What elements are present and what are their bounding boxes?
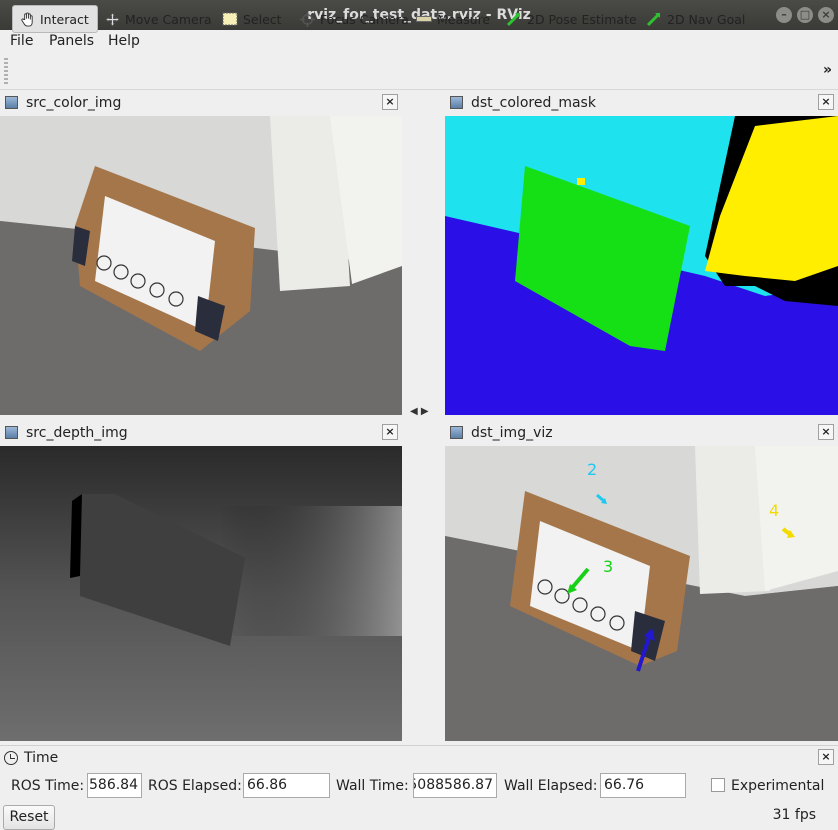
dst-colored-mask-view[interactable] [445, 116, 838, 415]
dst-img-viz-panel: dst_img_viz × 2 3 4 [445, 421, 838, 741]
image-icon [5, 96, 18, 109]
fps-readout: 31 fps [772, 807, 816, 823]
ros-elapsed-label: ROS Elapsed: [148, 778, 242, 794]
panel-title: src_color_img [26, 95, 122, 111]
pose-estimate-tool-button[interactable]: 2D Pose Estimate [500, 5, 643, 33]
ros-time-label: ROS Time: [11, 778, 85, 794]
pose-estimate-label: 2D Pose Estimate [527, 11, 637, 27]
time-panel-title: Time [24, 750, 59, 766]
crosshair-icon [299, 11, 315, 27]
select-tool-button[interactable]: Select [216, 5, 288, 33]
marker-4-label: 4 [769, 501, 780, 520]
time-panel-header: Time [4, 750, 58, 766]
move-arrows-icon [104, 11, 120, 27]
select-label: Select [243, 11, 282, 27]
menu-panels[interactable]: Panels [49, 33, 94, 49]
image-icon [5, 426, 18, 439]
move-camera-label: Move Camera [125, 11, 212, 27]
tool-bar [0, 52, 838, 90]
dst-img-viz-view[interactable]: 2 3 4 [445, 446, 838, 741]
interact-tool-button[interactable]: Interact [12, 5, 98, 33]
wall-elapsed-field[interactable]: 66.76 [600, 773, 686, 798]
close-icon[interactable]: × [818, 749, 834, 765]
minimize-icon[interactable]: – [776, 7, 792, 23]
ros-time-field[interactable]: 3586.84 [87, 773, 142, 798]
focus-camera-tool-button[interactable]: Focus Camera [293, 5, 415, 33]
panel-title: src_depth_img [26, 425, 128, 441]
menu-bar: File Panels Help [0, 30, 838, 52]
experimental-label: Experimental [731, 778, 825, 794]
clock-icon [4, 751, 18, 765]
maximize-icon[interactable]: □ [797, 7, 813, 23]
src-color-img-panel: src_color_img × [0, 91, 402, 415]
time-panel: Time × ROS Time: 3586.84 ROS Elapsed: 66… [0, 745, 838, 830]
panel-title: dst_colored_mask [471, 95, 596, 111]
marker-2-label: 2 [587, 460, 598, 479]
close-icon[interactable]: × [818, 424, 834, 440]
close-icon[interactable]: × [382, 424, 398, 440]
marker-3-label: 3 [603, 557, 614, 576]
green-arrow-icon [506, 11, 522, 27]
src-depth-image-view[interactable] [0, 446, 402, 741]
panel-header: src_depth_img × [0, 421, 402, 445]
green-arrow-icon [646, 11, 662, 27]
splitter-handle[interactable]: ◀ ▶ [410, 406, 429, 417]
menu-file[interactable]: File [10, 33, 33, 49]
hand-icon [19, 11, 35, 27]
close-icon[interactable]: × [818, 94, 834, 110]
panel-header: dst_img_viz × [445, 421, 838, 445]
toolbar-overflow-button[interactable]: » [823, 62, 832, 78]
wall-elapsed-label: Wall Elapsed: [504, 778, 598, 794]
panel-header: src_color_img × [0, 91, 402, 115]
dst-colored-mask-panel: dst_colored_mask × [445, 91, 838, 415]
measure-label: Measure [437, 11, 491, 27]
panel-title: dst_img_viz [471, 425, 553, 441]
measure-tool-button[interactable]: Measure [410, 5, 496, 33]
src-color-image-view[interactable] [0, 116, 402, 415]
ros-elapsed-field[interactable]: 66.86 [243, 773, 330, 798]
toolbar-grip[interactable] [4, 58, 8, 84]
wall-time-field[interactable]: 5088586.87 [413, 773, 497, 798]
src-color-image [0, 116, 402, 415]
selection-box-icon [222, 11, 238, 27]
reset-button[interactable]: Reset [3, 805, 55, 830]
image-icon [450, 426, 463, 439]
src-depth-image [0, 446, 402, 741]
interact-label: Interact [40, 11, 89, 27]
nav-goal-tool-button[interactable]: 2D Nav Goal [640, 5, 751, 33]
dst-colored-mask-image [445, 116, 838, 415]
focus-camera-label: Focus Camera [320, 11, 409, 27]
close-window-icon[interactable]: × [818, 7, 834, 23]
panel-header: dst_colored_mask × [445, 91, 838, 115]
experimental-checkbox[interactable] [711, 778, 725, 792]
move-camera-tool-button[interactable]: Move Camera [98, 5, 218, 33]
image-icon [450, 96, 463, 109]
dst-img-viz-image [445, 446, 838, 741]
nav-goal-label: 2D Nav Goal [667, 11, 746, 27]
ruler-icon [416, 11, 432, 27]
menu-help[interactable]: Help [108, 33, 140, 49]
wall-time-label: Wall Time: [336, 778, 409, 794]
src-depth-img-panel: src_depth_img × [0, 421, 402, 741]
close-icon[interactable]: × [382, 94, 398, 110]
